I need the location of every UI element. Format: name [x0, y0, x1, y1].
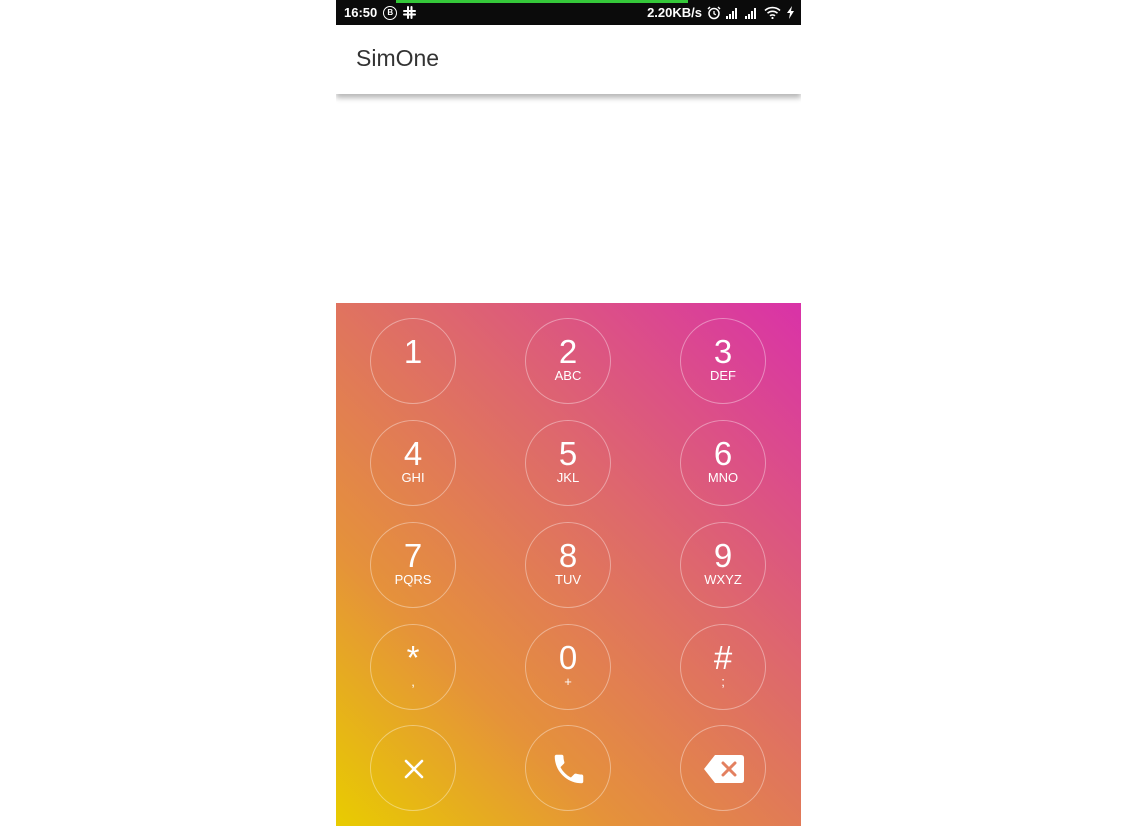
dial-key-9[interactable]: 9 WXYZ [680, 522, 766, 608]
dial-key-3[interactable]: 3 DEF [680, 318, 766, 404]
key-digit: 1 [403, 333, 423, 370]
signal-icon [745, 7, 759, 19]
key-letters: , [411, 674, 415, 689]
app-title: SimOne [356, 45, 440, 71]
key-digit: 8 [558, 537, 578, 574]
key-digit: # [713, 639, 733, 676]
dial-key-2[interactable]: 2 ABC [525, 318, 611, 404]
key-letters: + [564, 674, 572, 689]
app-bar: SimOne [336, 25, 801, 94]
status-time: 16:50 [344, 5, 378, 20]
clear-button[interactable] [370, 725, 456, 811]
key-digit: 9 [713, 537, 733, 574]
key-digit: 0 [558, 639, 578, 676]
loading-progress-bar [396, 0, 688, 3]
wifi-icon [764, 6, 781, 19]
dial-key-5[interactable]: 5 JKL [525, 420, 611, 506]
backspace-icon [704, 755, 744, 783]
alarm-icon [707, 6, 721, 20]
dial-key-6[interactable]: 6 MNO [680, 420, 766, 506]
key-digit: 7 [403, 537, 423, 574]
key-letters: JKL [556, 470, 580, 485]
dial-key-star[interactable]: * , [370, 624, 456, 710]
key-letters: PQRS [394, 572, 432, 587]
dial-key-4[interactable]: 4 GHI [370, 420, 456, 506]
key-digit: 2 [558, 333, 578, 370]
signal-icon [726, 7, 740, 19]
slack-icon [403, 6, 417, 19]
key-letters: ; [721, 674, 725, 689]
charging-icon [786, 6, 795, 19]
key-digit: * [406, 639, 420, 676]
network-speed: 2.20KB/s [647, 5, 702, 20]
key-letters: GHI [401, 470, 425, 485]
key-digit: 6 [713, 435, 733, 472]
key-letters: TUV [555, 572, 581, 587]
phone-icon [554, 754, 584, 784]
key-letters: WXYZ [704, 572, 742, 587]
key-letters: DEF [710, 368, 736, 383]
b-circle-icon: B [383, 5, 398, 20]
backspace-button[interactable] [680, 725, 766, 811]
key-letters: ABC [554, 368, 582, 383]
key-digit: 4 [403, 435, 423, 472]
call-button[interactable] [525, 725, 611, 811]
status-bar: 16:50 B 2.20KB/s [336, 0, 801, 25]
key-digit: 5 [558, 435, 578, 472]
key-letters: MNO [707, 470, 739, 485]
dial-key-0[interactable]: 0 + [525, 624, 611, 710]
dial-key-7[interactable]: 7 PQRS [370, 522, 456, 608]
phone-screen: 16:50 B 2.20KB/s SimOne 1 2 ABC 3 DEF 4 … [336, 0, 801, 826]
dial-key-1[interactable]: 1 [370, 318, 456, 404]
dialpad: 1 2 ABC 3 DEF 4 GHI 5 JKL 6 MNO 7 PQRS 8… [336, 303, 801, 826]
dial-key-hash[interactable]: # ; [680, 624, 766, 710]
close-icon [404, 759, 424, 779]
key-digit: 3 [713, 333, 733, 370]
dial-key-8[interactable]: 8 TUV [525, 522, 611, 608]
